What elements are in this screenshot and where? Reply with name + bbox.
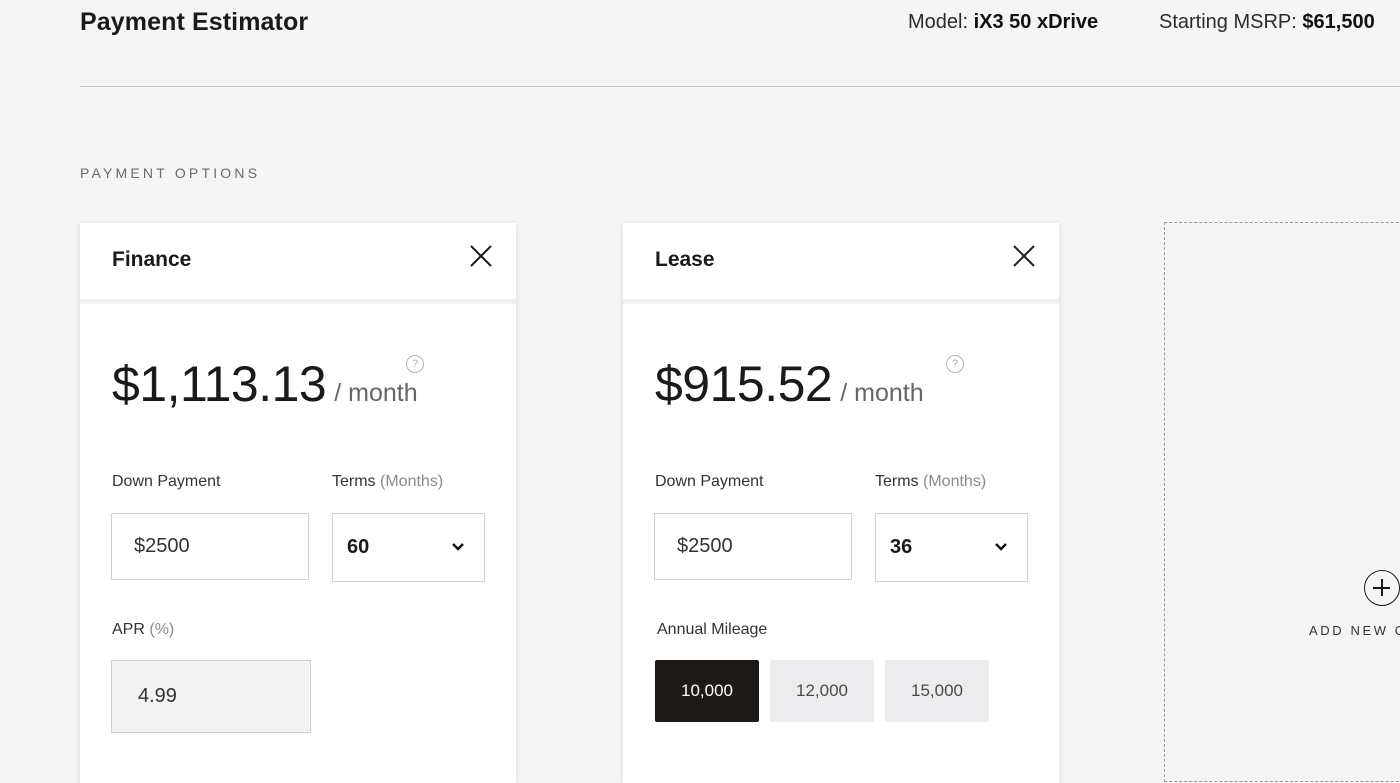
lease-card-header: Lease	[623, 223, 1059, 304]
help-icon[interactable]: ?	[406, 355, 424, 373]
finance-terms-label: Terms (Months)	[332, 473, 443, 491]
finance-apr-label-text: APR	[112, 621, 145, 638]
lease-mileage-label: Annual Mileage	[657, 621, 768, 638]
finance-terms-unit: (Months)	[380, 473, 444, 490]
finance-down-payment-label: Down Payment	[112, 473, 221, 490]
finance-apr-input[interactable]: 4.99	[111, 660, 311, 733]
finance-close-button[interactable]	[466, 241, 496, 271]
finance-apr-label: APR (%)	[112, 621, 174, 639]
page-title: Payment Estimator	[80, 8, 309, 36]
lease-down-payment-input[interactable]: $2500	[654, 513, 852, 580]
lease-amount: $915.52	[655, 356, 833, 412]
lease-close-button[interactable]	[1009, 241, 1039, 271]
model-label: Model:	[908, 11, 969, 33]
model-info: Model: iX3 50 xDrive	[908, 11, 1098, 34]
finance-down-payment-input[interactable]: $2500	[111, 513, 309, 580]
add-new-option-card[interactable]	[1164, 222, 1400, 782]
lease-card-title: Lease	[655, 248, 715, 271]
finance-card-title: Finance	[112, 248, 192, 271]
mileage-option-12000[interactable]: 12,000	[770, 660, 874, 722]
finance-amount: $1,113.13	[112, 356, 327, 412]
msrp-label: Starting MSRP:	[1159, 11, 1297, 33]
msrp-info: Starting MSRP: $61,500	[1159, 11, 1375, 34]
lease-terms-select[interactable]: 36	[875, 513, 1028, 582]
finance-monthly-payment: $1,113.13/ month	[112, 355, 418, 413]
finance-card: Finance $1,113.13/ month ? Down Payment …	[80, 223, 516, 783]
lease-card: Lease $915.52/ month ? Down Payment Term…	[623, 223, 1059, 783]
lease-terms-label: Terms (Months)	[875, 473, 986, 491]
finance-per-month: / month	[334, 379, 418, 407]
mileage-option-10000[interactable]: 10,000	[655, 660, 759, 722]
finance-terms-value: 60	[347, 536, 370, 558]
finance-card-header: Finance	[80, 223, 516, 304]
chevron-down-icon	[452, 543, 464, 551]
lease-down-payment-label: Down Payment	[655, 473, 764, 490]
close-icon	[470, 245, 492, 267]
mileage-option-15000[interactable]: 15,000	[885, 660, 989, 722]
model-value: iX3 50 xDrive	[973, 11, 1099, 33]
help-icon[interactable]: ?	[946, 355, 964, 373]
finance-terms-label-text: Terms	[332, 473, 376, 490]
finance-terms-select[interactable]: 60	[332, 513, 485, 582]
header-divider	[80, 86, 1400, 87]
lease-terms-label-text: Terms	[875, 473, 919, 490]
lease-terms-value: 36	[890, 536, 913, 558]
plus-circle-icon[interactable]	[1364, 570, 1400, 606]
lease-monthly-payment: $915.52/ month	[655, 355, 924, 413]
close-icon	[1013, 245, 1035, 267]
section-label: PAYMENT OPTIONS	[80, 165, 261, 181]
add-new-option-label: ADD NEW O	[1309, 623, 1400, 638]
msrp-value: $61,500	[1302, 11, 1375, 33]
lease-per-month: / month	[840, 379, 924, 407]
lease-terms-unit: (Months)	[923, 473, 987, 490]
chevron-down-icon	[995, 543, 1007, 551]
finance-apr-unit: (%)	[149, 621, 175, 638]
